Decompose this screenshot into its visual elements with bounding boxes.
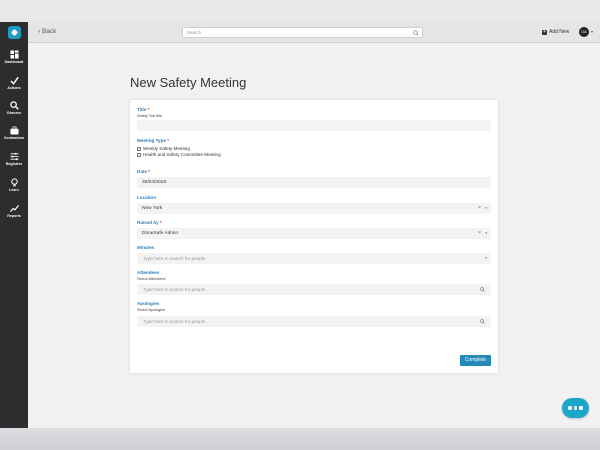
app-window: Dashboard Actions Observe Contractors Re… — [0, 22, 600, 428]
apologies-search[interactable]: Type here to search for people — [137, 316, 491, 327]
raised-by-label: Raised by * — [137, 220, 162, 225]
date-label: Date * — [137, 169, 151, 174]
chevron-down-icon[interactable]: ▾ — [485, 206, 487, 210]
checkbox[interactable] — [137, 146, 141, 151]
minutes-placeholder: Type here to search for people — [143, 256, 206, 261]
required-marker: * — [167, 138, 170, 143]
sidebar-item-label: Learn — [9, 188, 19, 192]
chevron-down-icon[interactable]: ▾ — [485, 231, 487, 235]
sidebar-item-contractors[interactable]: Contractors — [0, 124, 28, 146]
date-field[interactable]: 30/04/2018 — [137, 177, 491, 188]
sidebar-item-label: Observe — [6, 111, 22, 115]
attendees-sublabel: Select Attendees — [137, 277, 166, 281]
app-logo[interactable] — [8, 26, 21, 39]
dashboard-icon — [9, 50, 19, 59]
attendees-placeholder: Type here to search for people — [143, 287, 206, 292]
add-new-button[interactable]: + Add New — [542, 29, 569, 35]
search-icon — [480, 319, 485, 324]
chevron-down-icon[interactable]: ▾ — [591, 29, 593, 34]
meeting-type-option[interactable]: Weekly Safety Meeting — [137, 146, 190, 151]
sidebar-item-actions[interactable]: Actions — [0, 74, 28, 96]
required-marker: * — [159, 220, 162, 225]
apologies-sublabel: Select Apologies — [137, 308, 166, 312]
raised-by-select[interactable]: DoneSafe Admin × ▾ — [137, 228, 491, 239]
attendees-label: Attendees — [137, 270, 160, 275]
search-icon — [480, 287, 485, 292]
apologies-label: Apologies — [137, 301, 160, 306]
sliders-icon — [9, 152, 19, 161]
sidebar: Dashboard Actions Observe Contractors Re… — [0, 22, 28, 428]
checkbox[interactable] — [137, 152, 141, 157]
title-sublabel: Safety Tab title — [137, 114, 162, 118]
attendees-search[interactable]: Type here to search for people — [137, 284, 491, 295]
form-card: Title * Safety Tab title Meeting Type * … — [130, 100, 498, 373]
meeting-type-option[interactable]: Health and Safety Committee Meeting — [137, 152, 221, 157]
trend-icon — [9, 204, 19, 213]
avatar[interactable]: DA — [579, 27, 589, 37]
option-label: Health and Safety Committee Meeting — [143, 152, 221, 157]
back-button[interactable]: ‹ Back — [38, 28, 56, 35]
chat-button[interactable] — [562, 398, 589, 418]
title-label: Title * — [137, 107, 150, 112]
sidebar-item-registers[interactable]: Registers — [0, 150, 28, 172]
sidebar-item-label: Contractors — [3, 136, 25, 140]
location-select[interactable]: New York × ▾ — [137, 203, 491, 214]
top-bar: ‹ Back Search + Add New DA ▾ — [28, 22, 600, 43]
chevron-down-icon[interactable]: ▾ — [485, 256, 487, 260]
chat-dots-icon — [579, 406, 583, 410]
meeting-type-label: Meeting Type * — [137, 138, 170, 143]
location-value: New York — [142, 206, 163, 211]
required-marker: * — [147, 107, 150, 112]
search-icon — [9, 101, 19, 110]
clear-icon[interactable]: × — [478, 230, 481, 236]
search-input[interactable]: Search — [182, 27, 423, 38]
sidebar-item-label: Reports — [7, 214, 21, 218]
apologies-placeholder: Type here to search for people — [143, 319, 206, 324]
option-label: Weekly Safety Meeting — [143, 146, 190, 151]
plus-icon: + — [542, 28, 547, 35]
add-new-label: Add New — [549, 29, 570, 35]
check-icon — [9, 76, 19, 85]
minutes-label: Minutes — [137, 245, 155, 250]
sidebar-item-observe[interactable]: Observe — [0, 99, 28, 121]
clear-icon[interactable]: × — [478, 205, 481, 211]
sidebar-item-reports[interactable]: Reports — [0, 202, 28, 224]
complete-button[interactable]: Complete — [460, 355, 491, 366]
screen-bottom-band — [0, 428, 600, 450]
lightbulb-icon — [10, 178, 18, 187]
location-label: Location — [137, 195, 157, 200]
sidebar-item-dashboard[interactable]: Dashboard — [0, 48, 28, 70]
search-placeholder: Search — [187, 30, 202, 35]
minutes-select[interactable]: Type here to search for people ▾ — [137, 253, 491, 264]
chat-dots-icon — [573, 406, 578, 410]
search-icon — [413, 30, 419, 36]
date-value: 30/04/2018 — [142, 180, 167, 185]
raised-by-value: DoneSafe Admin — [142, 231, 178, 236]
sidebar-item-label: Actions — [7, 86, 21, 90]
screen-top-band — [0, 0, 600, 22]
title-field[interactable] — [137, 120, 491, 131]
sidebar-item-label: Dashboard — [4, 60, 24, 64]
briefcase-icon — [9, 126, 19, 135]
back-label: Back — [41, 28, 57, 35]
sidebar-item-label: Registers — [5, 162, 23, 166]
page-title: New Safety Meeting — [130, 75, 247, 90]
sidebar-item-learn[interactable]: Learn — [0, 176, 28, 198]
required-marker: * — [148, 169, 151, 174]
chat-dots-icon — [568, 406, 572, 410]
